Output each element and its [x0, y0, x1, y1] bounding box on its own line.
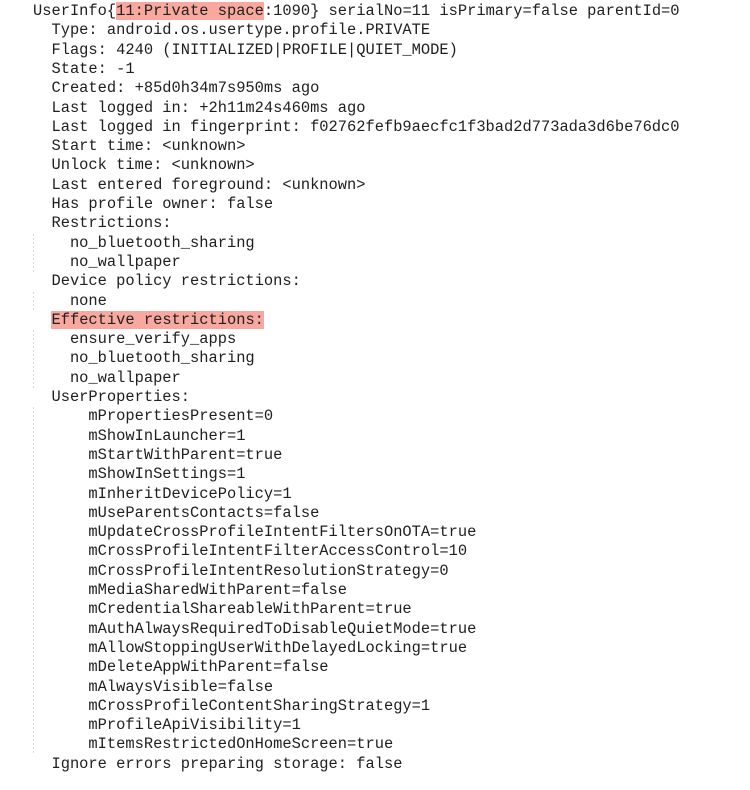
dump-line: mUseParentsContacts=false — [0, 504, 319, 523]
dump-text: mAllowStoppingUserWithDelayedLocking=tru… — [33, 638, 468, 657]
dump-line: Flags: 4240 (INITIALIZED|PROFILE|QUIET_M… — [0, 40, 458, 60]
dump-line: no_wallpaper — [0, 253, 181, 272]
dump-line: no_wallpaper — [0, 369, 181, 388]
dump-text: mPropertiesPresent=0 — [33, 407, 274, 426]
dump-line: mAllowStoppingUserWithDelayedLocking=tru… — [0, 639, 467, 658]
dump-text: mProfileApiVisibility=1 — [33, 716, 301, 735]
dump-text: UserInfo{ — [33, 2, 117, 20]
dump-line: Restrictions: — [0, 214, 172, 233]
dump-line: Has profile owner: false — [0, 195, 273, 214]
dump-text: ensure_verify_apps — [33, 330, 237, 349]
dump-text: no_bluetooth_sharing — [33, 233, 255, 252]
highlighted-text: Effective restrictions: — [51, 310, 264, 329]
dump-text: UserProperties: — [33, 388, 191, 406]
dump-text: Has profile owner: false — [33, 195, 274, 213]
dump-text: Ignore errors preparing storage: false — [33, 754, 403, 773]
dump-line: UserProperties: — [0, 388, 190, 407]
dump-line: mShowInSettings=1 — [0, 465, 245, 484]
dump-text: mAuthAlwaysRequiredToDisableQuietMode=tr… — [33, 619, 477, 638]
dump-text: mDeleteAppWithParent=false — [33, 658, 329, 677]
userinfo-dump-output: UserInfo{11:Private space:1090} serialNo… — [0, 0, 750, 790]
dump-text: mUpdateCrossProfileIntentFiltersOnOTA=tr… — [33, 523, 477, 542]
dump-line: Type: android.os.usertype.profile.PRIVAT… — [0, 21, 430, 40]
dump-text: mInheritDevicePolicy=1 — [33, 484, 292, 503]
dump-text: Last entered foreground: <unknown> — [33, 175, 366, 194]
dump-line: mUpdateCrossProfileIntentFiltersOnOTA=tr… — [0, 523, 476, 542]
dump-text: Start time: <unknown> — [33, 137, 246, 156]
dump-text: mShowInSettings=1 — [33, 465, 246, 484]
dump-line: mShowInLauncher=1 — [0, 427, 245, 446]
dump-text: mCrossProfileIntentFilterAccessControl=1… — [33, 542, 468, 561]
dump-line: none — [0, 292, 107, 311]
dump-text: mStartWithParent=true — [33, 445, 283, 464]
dump-text: mMediaSharedWithParent=false — [33, 581, 348, 599]
dump-text: mShowInLauncher=1 — [33, 426, 246, 445]
dump-line: Last logged in fingerprint: f02762fefb9a… — [0, 117, 680, 137]
dump-text: mAlwaysVisible=false — [33, 677, 274, 696]
dump-line: mProfileApiVisibility=1 — [0, 716, 301, 735]
dump-text: Restrictions: — [33, 214, 172, 233]
dump-text: mItemsRestrictedOnHomeScreen=true — [33, 735, 394, 754]
dump-line: Effective restrictions: — [0, 310, 264, 330]
dump-text: :1090} serialNo=11 isPrimary=false paren… — [263, 2, 680, 20]
dump-line: Unlock time: <unknown> — [0, 156, 255, 175]
dump-text: Unlock time: <unknown> — [33, 156, 255, 175]
dump-line: mCredentialShareableWithParent=true — [0, 600, 412, 619]
dump-text: mCrossProfileIntentResolutionStrategy=0 — [33, 561, 449, 580]
dump-text: Device policy restrictions: — [33, 272, 301, 291]
dump-line: Last logged in: +2h11m24s460ms ago — [0, 98, 366, 118]
dump-line: State: -1 — [0, 59, 135, 79]
dump-line: ensure_verify_apps — [0, 330, 236, 349]
dump-line: mCrossProfileIntentFilterAccessControl=1… — [0, 542, 467, 561]
dump-line: mCrossProfileIntentResolutionStrategy=0 — [0, 561, 449, 581]
dump-line: mInheritDevicePolicy=1 — [0, 484, 292, 504]
dump-text — [33, 311, 51, 329]
dump-line: mPropertiesPresent=0 — [0, 407, 273, 426]
dump-text: no_bluetooth_sharing — [33, 349, 255, 368]
dump-text: Last logged in fingerprint: f02762fefb9a… — [33, 117, 680, 136]
dump-line: Start time: <unknown> — [0, 137, 245, 156]
dump-line: mMediaSharedWithParent=false — [0, 581, 347, 600]
dump-text: Last logged in: +2h11m24s460ms ago — [33, 98, 366, 117]
highlighted-text: 11:Private space — [116, 2, 264, 20]
dump-line: no_bluetooth_sharing — [0, 349, 255, 368]
dump-text: State: -1 — [33, 59, 135, 78]
dump-line: mAuthAlwaysRequiredToDisableQuietMode=tr… — [0, 620, 476, 639]
dump-line: mDeleteAppWithParent=false — [0, 658, 329, 677]
dump-text: Flags: 4240 (INITIALIZED|PROFILE|QUIET_M… — [33, 40, 458, 59]
dump-line: UserInfo{11:Private space:1090} serialNo… — [0, 2, 680, 21]
dump-text: mUseParentsContacts=false — [33, 503, 320, 522]
dump-text: Created: +85d0h34m7s950ms ago — [33, 79, 320, 98]
dump-line: mItemsRestrictedOnHomeScreen=true — [0, 735, 393, 754]
dump-line: Last entered foreground: <unknown> — [0, 175, 366, 195]
dump-line: no_bluetooth_sharing — [0, 234, 255, 253]
dump-line: mCrossProfileContentSharingStrategy=1 — [0, 697, 430, 716]
dump-line: mStartWithParent=true — [0, 446, 282, 465]
dump-text: mCrossProfileContentSharingStrategy=1 — [33, 696, 431, 715]
dump-text: Type: android.os.usertype.profile.PRIVAT… — [33, 21, 431, 40]
dump-text: no_wallpaper — [33, 252, 181, 271]
dump-text: mCredentialShareableWithParent=true — [33, 600, 412, 619]
dump-line: Created: +85d0h34m7s950ms ago — [0, 79, 319, 98]
dump-line: mAlwaysVisible=false — [0, 678, 273, 697]
dump-line: Device policy restrictions: — [0, 272, 301, 291]
dump-text: no_wallpaper — [33, 368, 181, 387]
dump-text: none — [33, 291, 107, 310]
dump-line: Ignore errors preparing storage: false — [0, 755, 402, 774]
